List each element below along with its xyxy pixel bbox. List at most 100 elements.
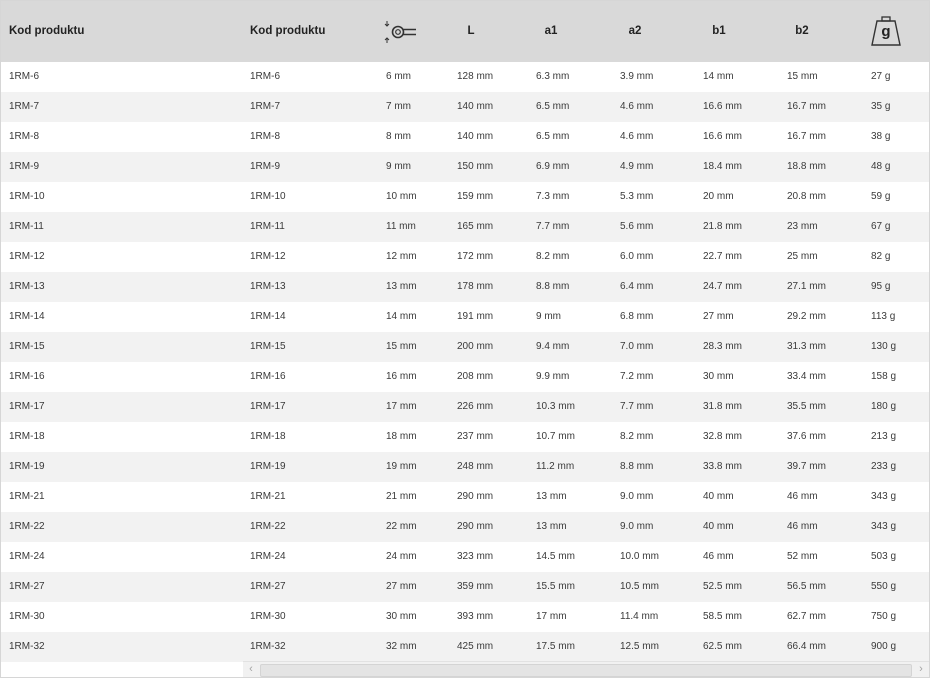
cell-size: 8 mm <box>386 131 411 142</box>
cell-product-code-2: 1RM-27 <box>250 581 286 592</box>
cell-weight: 343 g <box>871 491 897 502</box>
cell-product-code-2: 1RM-32 <box>250 641 286 652</box>
cell-weight: 233 g <box>871 461 897 472</box>
cell-b2: 56.5 mm <box>787 581 826 592</box>
cell-b2: 16.7 mm <box>787 101 826 112</box>
cell-a1: 6.9 mm <box>536 161 570 172</box>
cell-size: 10 mm <box>386 191 417 202</box>
cell-a2: 6.4 mm <box>620 281 654 292</box>
cell-length-L: 393 mm <box>457 611 494 622</box>
cell-a1: 10.3 mm <box>536 401 575 412</box>
cell-weight: 158 g <box>871 371 897 382</box>
table-row: 1RM-15 1RM-15 15 mm 200 mm 9.4 mm 7.0 mm 28.3 … <box>1 332 929 362</box>
cell-a1: 7.3 mm <box>536 191 570 202</box>
table-row: 1RM-21 1RM-21 21 mm 290 mm 13 mm 9.0 mm 40 mm 4… <box>1 482 929 512</box>
cell-weight: 900 g <box>871 641 897 652</box>
cell-length-L: 208 mm <box>457 371 494 382</box>
cell-size: 32 mm <box>386 641 417 652</box>
cell-weight: 48 g <box>871 161 891 172</box>
table-row: 1RM-9 1RM-9 9 mm 150 mm 6.9 mm 4.9 mm 18.4 mm 1… <box>1 152 929 182</box>
table-row: 1RM-14 1RM-14 14 mm 191 mm 9 mm 6.8 mm 27 mm 29… <box>1 302 929 332</box>
cell-a1: 17 mm <box>536 611 567 622</box>
cell-product-code: 1RM-19 <box>9 461 45 472</box>
cell-a2: 12.5 mm <box>620 641 659 652</box>
cell-size: 30 mm <box>386 611 417 622</box>
cell-length-L: 159 mm <box>457 191 494 202</box>
weight-letter: g <box>881 23 891 40</box>
cell-b1: 58.5 mm <box>703 611 742 622</box>
cell-b2: 46 mm <box>787 521 818 532</box>
cell-a1: 8.2 mm <box>536 251 570 262</box>
table-row: 1RM-11 1RM-11 11 mm 165 mm 7.7 mm 5.6 mm 21.8 … <box>1 212 929 242</box>
cell-b1: 46 mm <box>703 551 734 562</box>
cell-size: 11 mm <box>386 221 416 232</box>
cell-size: 6 mm <box>386 71 411 82</box>
cell-weight: 550 g <box>871 581 897 592</box>
cell-product-code-2: 1RM-21 <box>250 491 286 502</box>
cell-weight: 27 g <box>871 71 891 82</box>
cell-product-code-2: 1RM-15 <box>250 341 286 352</box>
cell-product-code: 1RM-32 <box>9 641 45 652</box>
cell-product-code-2: 1RM-7 <box>250 101 281 112</box>
cell-size: 19 mm <box>386 461 417 472</box>
cell-a2: 10.0 mm <box>620 551 659 562</box>
cell-b1: 22.7 mm <box>703 251 742 262</box>
cell-product-code: 1RM-6 <box>9 71 40 82</box>
scroll-right-button[interactable]: › <box>913 662 929 677</box>
cell-length-L: 172 mm <box>457 251 494 262</box>
header-product-code: Kod produktu <box>9 25 85 37</box>
cell-a2: 7.0 mm <box>620 341 654 352</box>
cell-product-code: 1RM-18 <box>9 431 45 442</box>
cell-weight: 213 g <box>871 431 897 442</box>
header-product-code-2: Kod produktu <box>250 25 326 37</box>
cell-length-L: 425 mm <box>457 641 494 652</box>
cell-product-code: 1RM-10 <box>9 191 45 202</box>
cell-a1: 10.7 mm <box>536 431 575 442</box>
cell-b1: 16.6 mm <box>703 101 742 112</box>
table-row: 1RM-13 1RM-13 13 mm 178 mm 8.8 mm 6.4 mm 24.7 … <box>1 272 929 302</box>
cell-product-code-2: 1RM-14 <box>250 311 286 322</box>
cell-b1: 31.8 mm <box>703 401 742 412</box>
header-b2: b2 <box>795 25 809 37</box>
cell-weight: 343 g <box>871 521 897 532</box>
cell-product-code-2: 1RM-24 <box>250 551 286 562</box>
scroll-left-button[interactable]: ‹ <box>243 662 259 677</box>
cell-size: 14 mm <box>386 311 417 322</box>
table-row: 1RM-6 1RM-6 6 mm 128 mm 6.3 mm 3.9 mm 14 mm 15 … <box>1 62 929 92</box>
table-row: 1RM-7 1RM-7 7 mm 140 mm 6.5 mm 4.6 mm 16.6 mm 1… <box>1 92 929 122</box>
cell-b1: 20 mm <box>703 191 734 202</box>
cell-b2: 37.6 mm <box>787 431 826 442</box>
cell-a1: 13 mm <box>536 491 567 502</box>
cell-product-code: 1RM-7 <box>9 101 40 112</box>
cell-b2: 20.8 mm <box>787 191 826 202</box>
cell-b2: 27.1 mm <box>787 281 826 292</box>
scroll-thumb[interactable] <box>260 664 912 677</box>
cell-b2: 15 mm <box>787 71 818 82</box>
cell-a2: 4.9 mm <box>620 161 654 172</box>
cell-size: 7 mm <box>386 101 411 112</box>
cell-b2: 66.4 mm <box>787 641 826 652</box>
cell-size: 15 mm <box>386 341 417 352</box>
cell-length-L: 290 mm <box>457 521 494 532</box>
cell-a1: 17.5 mm <box>536 641 575 652</box>
cell-product-code: 1RM-22 <box>9 521 45 532</box>
cell-product-code: 1RM-30 <box>9 611 45 622</box>
cell-b1: 28.3 mm <box>703 341 742 352</box>
cell-a2: 6.8 mm <box>620 311 654 322</box>
cell-b2: 39.7 mm <box>787 461 826 472</box>
cell-b1: 27 mm <box>703 311 734 322</box>
cell-a2: 6.0 mm <box>620 251 654 262</box>
cell-b1: 52.5 mm <box>703 581 742 592</box>
wrench-size-icon <box>384 1 418 62</box>
cell-size: 13 mm <box>386 281 417 292</box>
cell-product-code-2: 1RM-13 <box>250 281 286 292</box>
cell-product-code: 1RM-8 <box>9 131 40 142</box>
cell-product-code-2: 1RM-8 <box>250 131 281 142</box>
table-row: 1RM-18 1RM-18 18 mm 237 mm 10.7 mm 8.2 mm 32.8… <box>1 422 929 452</box>
horizontal-scrollbar[interactable]: ‹ › <box>243 661 929 677</box>
cell-product-code: 1RM-12 <box>9 251 45 262</box>
cell-product-code-2: 1RM-6 <box>250 71 281 82</box>
cell-weight: 180 g <box>871 401 897 412</box>
cell-product-code-2: 1RM-9 <box>250 161 281 172</box>
cell-weight: 67 g <box>871 221 891 232</box>
